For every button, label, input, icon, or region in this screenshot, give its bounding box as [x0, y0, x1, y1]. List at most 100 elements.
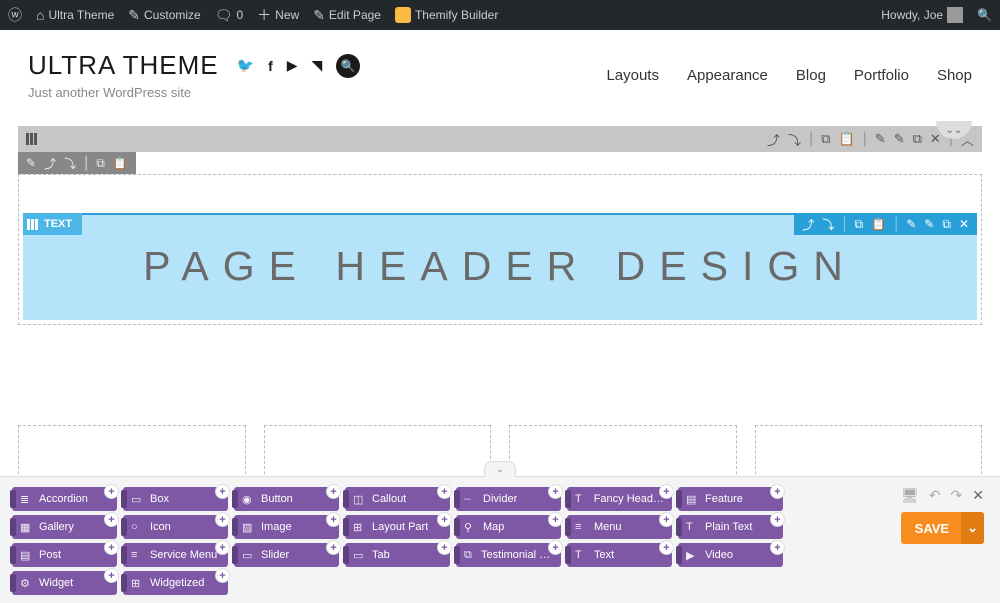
export-icon[interactable]: ⤴: [767, 130, 780, 149]
module-label: Button: [261, 493, 293, 505]
module-label: Box: [150, 493, 169, 505]
mod-edit-icon[interactable]: ✎: [906, 217, 916, 231]
wp-user[interactable]: Howdy, Joe: [881, 7, 963, 23]
module-label: Slider: [261, 549, 289, 561]
module-plain-text[interactable]: TPlain Text: [678, 515, 783, 539]
wp-search-icon[interactable]: 🔍: [977, 8, 992, 22]
panel-close-icon[interactable]: ✕: [972, 487, 984, 504]
mod-close-icon[interactable]: ✕: [959, 217, 969, 231]
module-callout[interactable]: ◫Callout: [345, 487, 450, 511]
mod-export-icon[interactable]: ⤴: [802, 216, 814, 233]
module-testimonial-slider[interactable]: ⧉Testimonial Slider: [456, 543, 561, 567]
twitter-icon[interactable]: 🐦: [237, 57, 254, 74]
site-title[interactable]: ULTRA THEME: [28, 50, 219, 81]
youtube-icon[interactable]: ▶: [287, 57, 298, 74]
wp-logo[interactable]: ⓦ: [8, 5, 22, 25]
desktop-view-icon[interactable]: 🖥: [901, 487, 919, 504]
sub-export-icon[interactable]: ⤴: [44, 155, 56, 172]
wp-new[interactable]: ＋New: [257, 5, 299, 25]
sub-paste-icon[interactable]: 📋: [113, 156, 128, 170]
module-divider[interactable]: ┈ Divider: [456, 487, 561, 511]
module-icon: ◉: [242, 493, 256, 506]
wp-edit-page[interactable]: ✎Edit Page: [313, 7, 381, 24]
sub-copy-icon[interactable]: ⧉: [96, 156, 105, 171]
import-icon[interactable]: ⤵: [788, 130, 801, 149]
wp-site[interactable]: ⌂Ultra Theme: [36, 7, 114, 23]
module-slider[interactable]: ▭Slider: [234, 543, 339, 567]
style-icon[interactable]: ✎: [894, 131, 905, 147]
wp-comments[interactable]: 🗨0: [215, 7, 243, 24]
module-icon: ▶: [686, 549, 700, 562]
module-label: Menu: [594, 521, 622, 533]
module-map[interactable]: ⚲Map: [456, 515, 561, 539]
save-button[interactable]: SAVE ⌄: [901, 512, 984, 544]
module-label: Callout: [372, 493, 406, 505]
module-icon: ▭: [131, 493, 145, 506]
sub-import-icon[interactable]: ⤵: [64, 155, 76, 172]
module-icon: ⚲: [464, 521, 478, 534]
module-icon: ⧉: [464, 549, 476, 562]
text-module[interactable]: TEXT ⤴ ⤵ | ⧉ 📋 | ✎ ✎ ⧉ ✕ PAGE HEADER DES…: [23, 213, 977, 320]
main-nav: Layouts Appearance Blog Portfolio Shop: [606, 67, 972, 84]
module-image[interactable]: ▨Image: [234, 515, 339, 539]
module-menu[interactable]: ≡ Menu: [567, 515, 672, 539]
module-label: Video: [705, 549, 733, 561]
module-gallery[interactable]: ▦Gallery: [12, 515, 117, 539]
mod-copy-icon[interactable]: ⧉: [855, 217, 864, 232]
nav-blog[interactable]: Blog: [796, 67, 826, 84]
module-label: Divider: [483, 493, 517, 505]
content-area: TEXT ⤴ ⤵ | ⧉ 📋 | ✎ ✎ ⧉ ✕ PAGE HEADER DES…: [18, 174, 982, 325]
mod-style-icon[interactable]: ✎: [924, 217, 934, 231]
module-box[interactable]: ▭ Box: [123, 487, 228, 511]
module-widget[interactable]: ⚙Widget: [12, 571, 117, 595]
module-icon[interactable]: ○Icon: [123, 515, 228, 539]
nav-portfolio[interactable]: Portfolio: [854, 67, 909, 84]
module-label: Layout Part: [372, 521, 428, 533]
module-icon: T: [575, 493, 589, 505]
module-text[interactable]: TText: [567, 543, 672, 567]
grid-icon[interactable]: [26, 133, 37, 145]
panel-collapse-toggle[interactable]: ⌄: [484, 461, 516, 477]
module-icon: ▭: [353, 549, 367, 562]
module-service-menu[interactable]: ≡Service Menu: [123, 543, 228, 567]
module-post[interactable]: ▤Post: [12, 543, 117, 567]
mod-import-icon[interactable]: ⤵: [822, 216, 834, 233]
close-icon[interactable]: ✕: [930, 131, 941, 147]
module-widgetized[interactable]: ⊞Widgetized: [123, 571, 228, 595]
search-button[interactable]: 🔍: [336, 54, 360, 78]
mod-duplicate-icon[interactable]: ⧉: [942, 217, 951, 232]
edit-icon[interactable]: ✎: [875, 131, 886, 147]
sub-edit-icon[interactable]: ✎: [26, 156, 36, 170]
mod-paste-icon[interactable]: 📋: [871, 217, 886, 231]
wp-themify[interactable]: Themify Builder: [395, 7, 498, 23]
facebook-icon[interactable]: f: [268, 58, 273, 74]
module-button[interactable]: ◉ Button: [234, 487, 339, 511]
duplicate-icon[interactable]: ⧉: [913, 131, 922, 147]
module-icon: ┈: [464, 493, 478, 506]
nav-layouts[interactable]: Layouts: [606, 67, 659, 84]
module-accordion[interactable]: ≣Accordion: [12, 487, 117, 511]
nav-appearance[interactable]: Appearance: [687, 67, 768, 84]
module-grid-icon[interactable]: [27, 219, 38, 230]
module-fancy-heading[interactable]: TFancy Heading: [567, 487, 672, 511]
save-dropdown-icon[interactable]: ⌄: [961, 512, 984, 544]
module-icon: ▦: [20, 521, 34, 534]
undo-icon[interactable]: ↶: [929, 487, 941, 504]
module-panel: ⌄ ≣Accordion ▭ Box ◉ Button ◫Callout ┈ Divider T…: [0, 476, 1000, 603]
wp-admin-bar: ⓦ ⌂Ultra Theme ✎Customize 🗨0 ＋New ✎Edit …: [0, 0, 1000, 30]
wp-customize[interactable]: ✎Customize: [128, 7, 200, 24]
module-tab[interactable]: ▭Tab: [345, 543, 450, 567]
module-feature[interactable]: ▤Feature: [678, 487, 783, 511]
redo-icon[interactable]: ↷: [951, 487, 963, 504]
module-video[interactable]: ▶ Video: [678, 543, 783, 567]
rss-icon[interactable]: ◥: [312, 57, 323, 74]
copy-icon[interactable]: ⧉: [821, 131, 830, 147]
module-layout-part[interactable]: ⊞Layout Part: [345, 515, 450, 539]
nav-shop[interactable]: Shop: [937, 67, 972, 84]
module-label: Icon: [150, 521, 171, 533]
module-icon: ⚙: [20, 577, 34, 590]
module-label: Post: [39, 549, 61, 561]
module-icon: ≡: [575, 521, 589, 533]
page-header-text[interactable]: PAGE HEADER DESIGN: [33, 243, 967, 290]
paste-icon[interactable]: 📋: [838, 131, 854, 147]
